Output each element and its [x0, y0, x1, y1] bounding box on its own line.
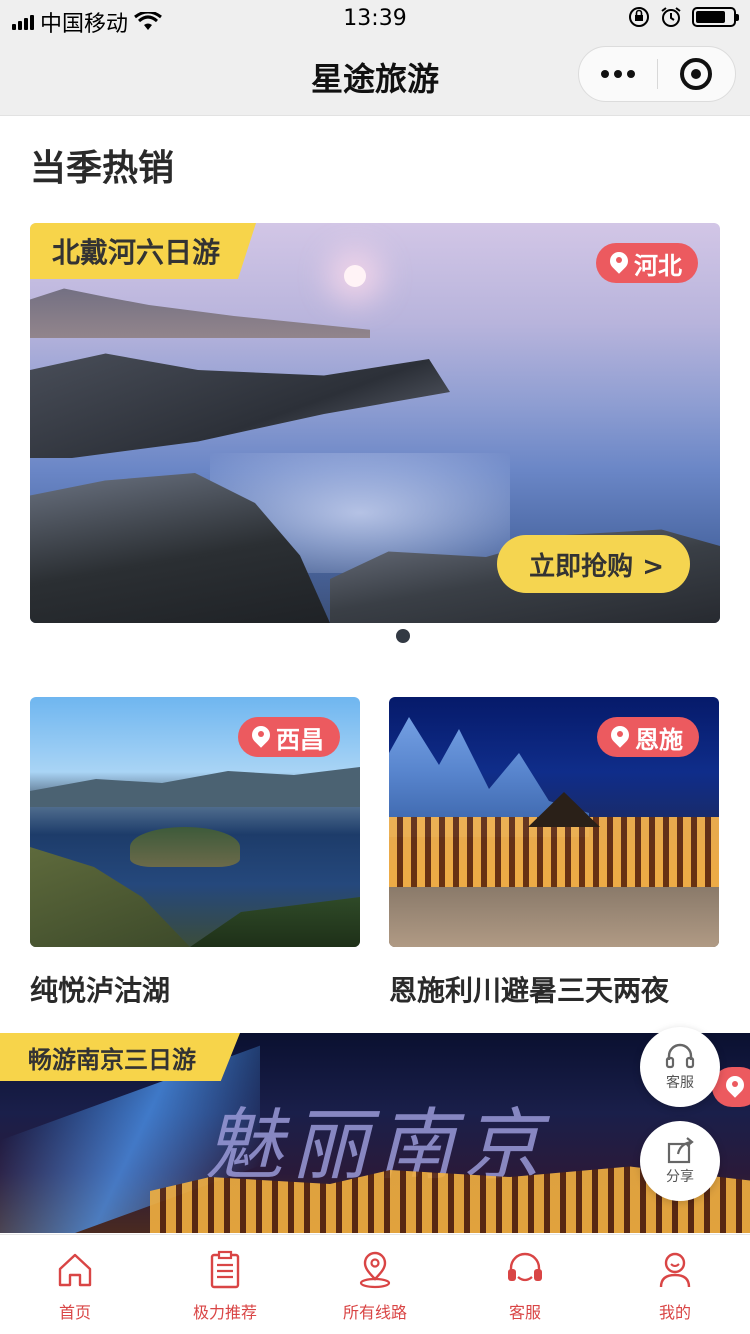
location-pin-icon	[611, 726, 629, 748]
tab-label: 极力推荐	[192, 1303, 257, 1322]
location-pin-icon	[252, 726, 270, 748]
tab-service[interactable]: 客服	[450, 1235, 600, 1334]
tab-routes[interactable]: 所有线路	[300, 1235, 450, 1334]
carousel-dot[interactable]	[396, 629, 410, 643]
tour-card-image: 恩施	[389, 697, 719, 947]
location-pin-icon	[359, 1251, 391, 1289]
customer-service-float-button[interactable]: 客服	[640, 1027, 720, 1107]
home-icon	[58, 1253, 92, 1287]
location-pin-icon	[610, 252, 628, 274]
more-menu-button[interactable]	[579, 70, 657, 78]
tour-card-title: 恩施利川避暑三天两夜	[389, 974, 670, 1007]
headset-icon	[665, 1043, 695, 1069]
tab-label: 所有线路	[342, 1303, 407, 1322]
close-ring-icon	[680, 58, 713, 90]
main-content: 当季热销 北戴河六日游 河北 立即抢购 > 西昌 纯悦泸沽湖 恩施 恩施利川避暑…	[0, 117, 750, 1234]
hill-graphic	[190, 897, 360, 947]
tour-location-badge: 恩施	[597, 717, 699, 757]
tab-label: 首页	[58, 1303, 91, 1322]
battery-icon	[692, 7, 739, 27]
buy-now-button[interactable]: 立即抢购 >	[497, 535, 690, 593]
island-graphic	[130, 827, 240, 867]
tour-location-badge: 西昌	[238, 717, 340, 757]
tour-card-image: 西昌	[30, 697, 360, 947]
tab-label: 我的	[658, 1303, 691, 1322]
mini-program-capsule	[578, 46, 736, 102]
hero-banner[interactable]: 北戴河六日游 河北 立即抢购 >	[30, 223, 720, 623]
tab-recommend[interactable]: 极力推荐	[150, 1235, 300, 1334]
share-icon	[667, 1137, 694, 1164]
tour-location-label: 恩施	[635, 725, 683, 754]
hero-location-badge: 河北	[596, 243, 698, 283]
tab-label: 客服	[508, 1303, 541, 1322]
section-title: 当季热销	[30, 148, 175, 189]
tour-location-label: 西昌	[276, 725, 324, 754]
hero-tour-tag: 北戴河六日游	[30, 223, 257, 279]
hero-rock-graphic	[30, 353, 450, 458]
building-graphic	[389, 817, 719, 887]
tab-home[interactable]: 首页	[0, 1235, 150, 1334]
tour-banner[interactable]: 魅丽南京 畅游南京三日游	[0, 1033, 750, 1233]
plaza-graphic	[389, 887, 719, 947]
hero-shore-graphic	[30, 288, 370, 338]
nav-bar: 星途旅游	[0, 40, 750, 116]
status-right	[628, 6, 739, 28]
share-float-button[interactable]: 分享	[640, 1121, 720, 1201]
headset-icon	[508, 1252, 542, 1282]
tour-banner-tag: 畅游南京三日游	[0, 1033, 240, 1081]
tour-card-title: 纯悦泸沽湖	[30, 974, 171, 1007]
hero-sun-graphic	[344, 265, 366, 287]
tour-card[interactable]: 恩施 恩施利川避暑三天两夜	[389, 697, 719, 1009]
hero-location-label: 河北	[634, 251, 682, 280]
location-pin-icon	[726, 1076, 744, 1098]
rotation-lock-icon	[629, 7, 649, 27]
share-label: 分享	[666, 1169, 694, 1185]
user-icon	[659, 1252, 691, 1288]
alarm-icon	[661, 7, 681, 27]
customer-service-label: 客服	[666, 1075, 694, 1091]
tab-mine[interactable]: 我的	[600, 1235, 750, 1334]
status-bar: 中国移动 13:39	[0, 0, 750, 40]
close-button[interactable]	[658, 58, 736, 90]
clipboard-icon	[210, 1250, 240, 1289]
tab-bar: 首页 极力推荐 所有线路 客服 我的	[0, 1234, 750, 1334]
tour-card[interactable]: 西昌 纯悦泸沽湖	[30, 697, 360, 1009]
mountain-graphic	[30, 767, 360, 807]
